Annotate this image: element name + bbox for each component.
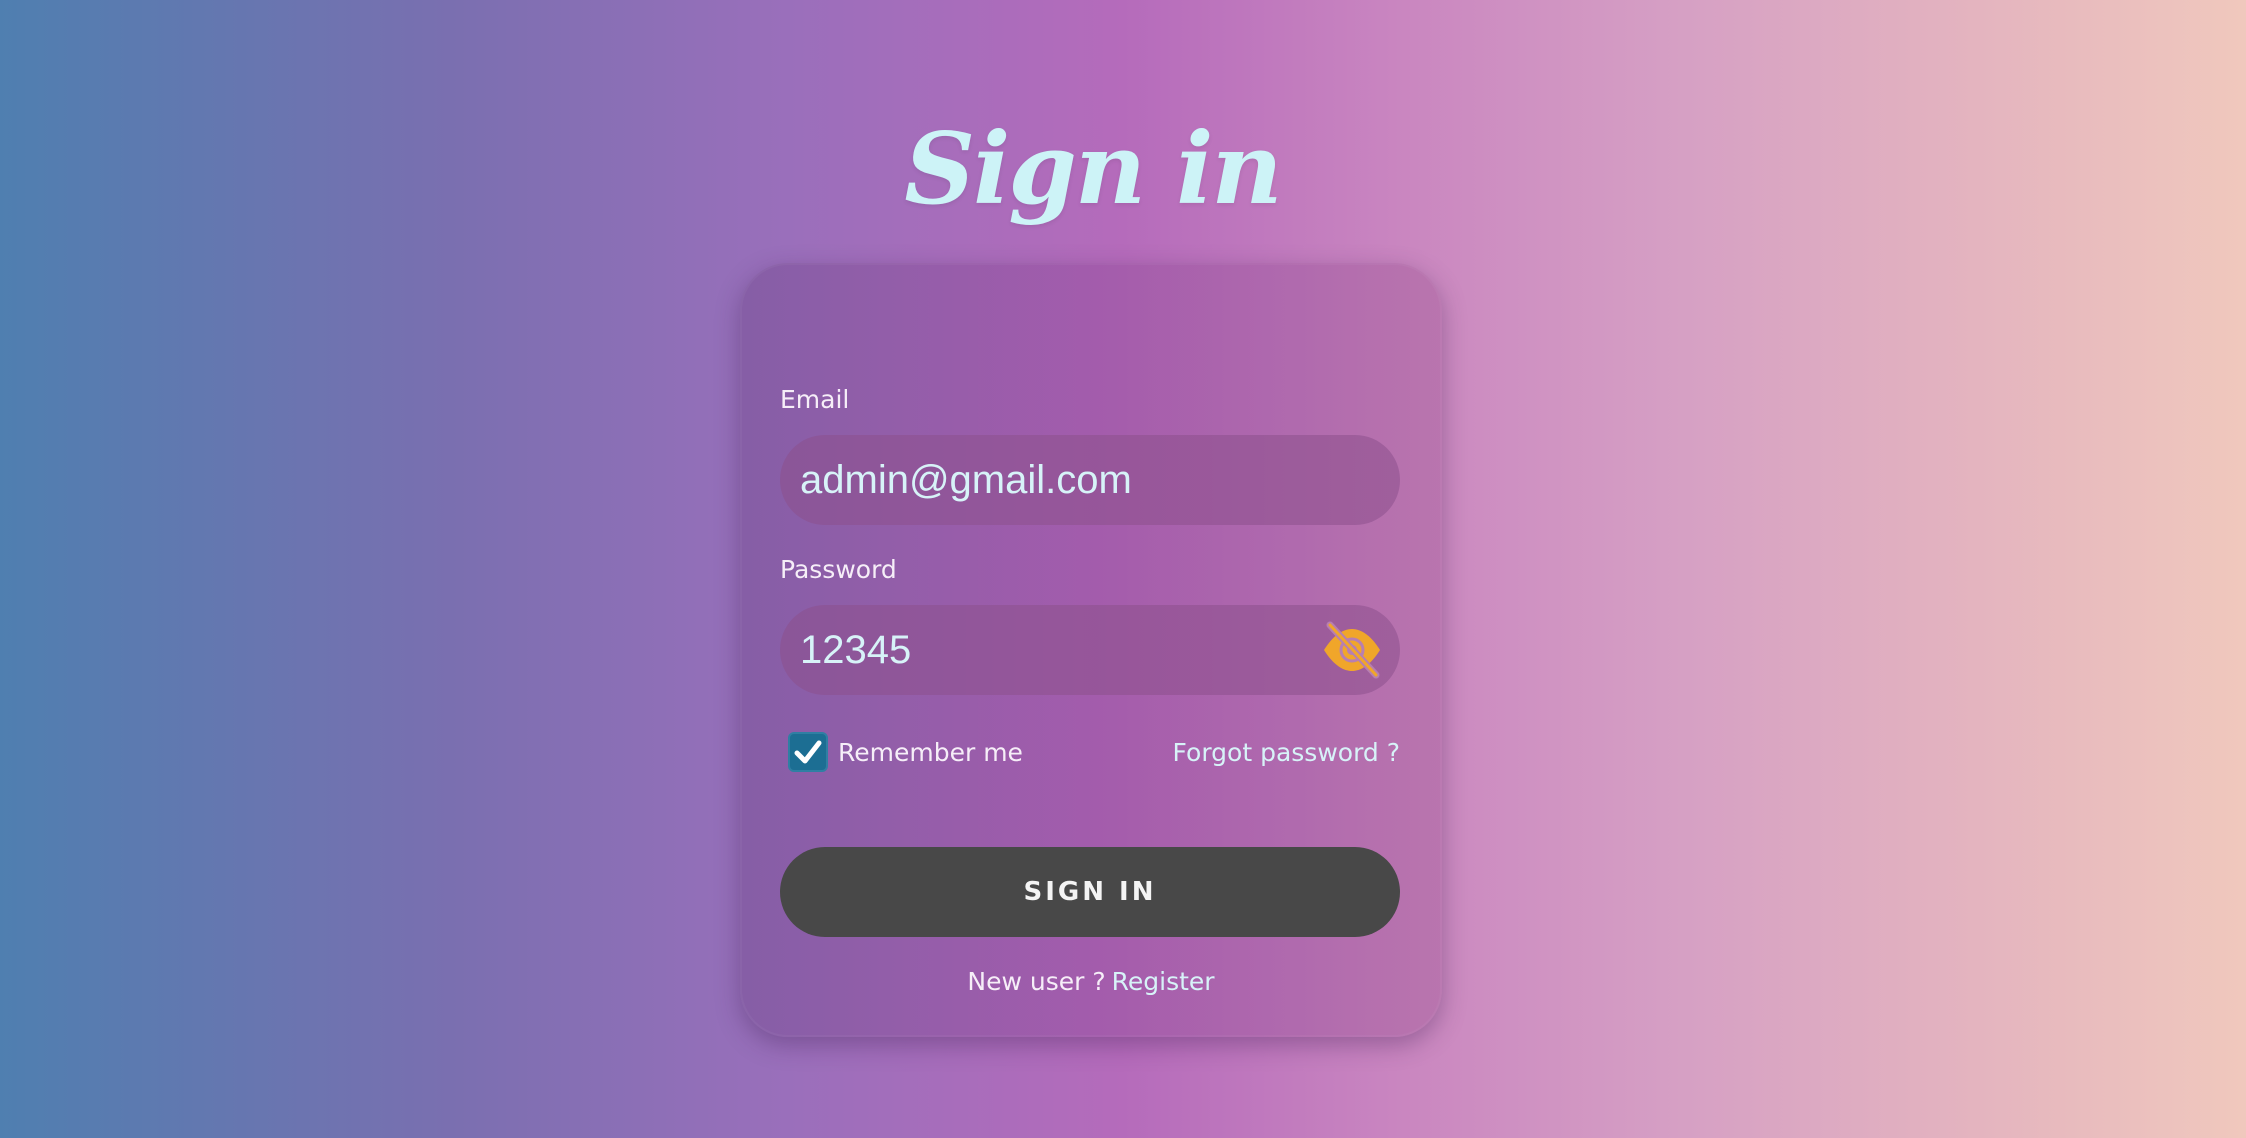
eye-slash-icon[interactable] — [1320, 621, 1384, 679]
remember-me-checkbox[interactable] — [788, 732, 828, 772]
sign-in-card: Email admin@gmail.com Password 12345 Rem… — [740, 263, 1442, 1037]
email-value: admin@gmail.com — [800, 457, 1132, 502]
email-field[interactable]: admin@gmail.com — [780, 435, 1400, 525]
new-user-text: New user ? — [967, 967, 1106, 996]
options-row: Remember me Forgot password ? — [788, 730, 1400, 774]
password-label: Password — [780, 555, 897, 584]
page-title: Sign in — [904, 112, 1282, 227]
password-value: 12345 — [800, 627, 912, 672]
register-prompt: New user ? Register — [740, 967, 1442, 996]
sign-in-button-label: SIGN IN — [1023, 877, 1157, 907]
email-label: Email — [780, 385, 850, 414]
password-field[interactable]: 12345 — [780, 605, 1400, 695]
register-link[interactable]: Register — [1112, 967, 1215, 996]
checkmark-icon — [794, 740, 822, 764]
remember-me-label[interactable]: Remember me — [838, 738, 1023, 767]
sign-in-button[interactable]: SIGN IN — [780, 847, 1400, 937]
forgot-password-link[interactable]: Forgot password ? — [1173, 738, 1400, 767]
